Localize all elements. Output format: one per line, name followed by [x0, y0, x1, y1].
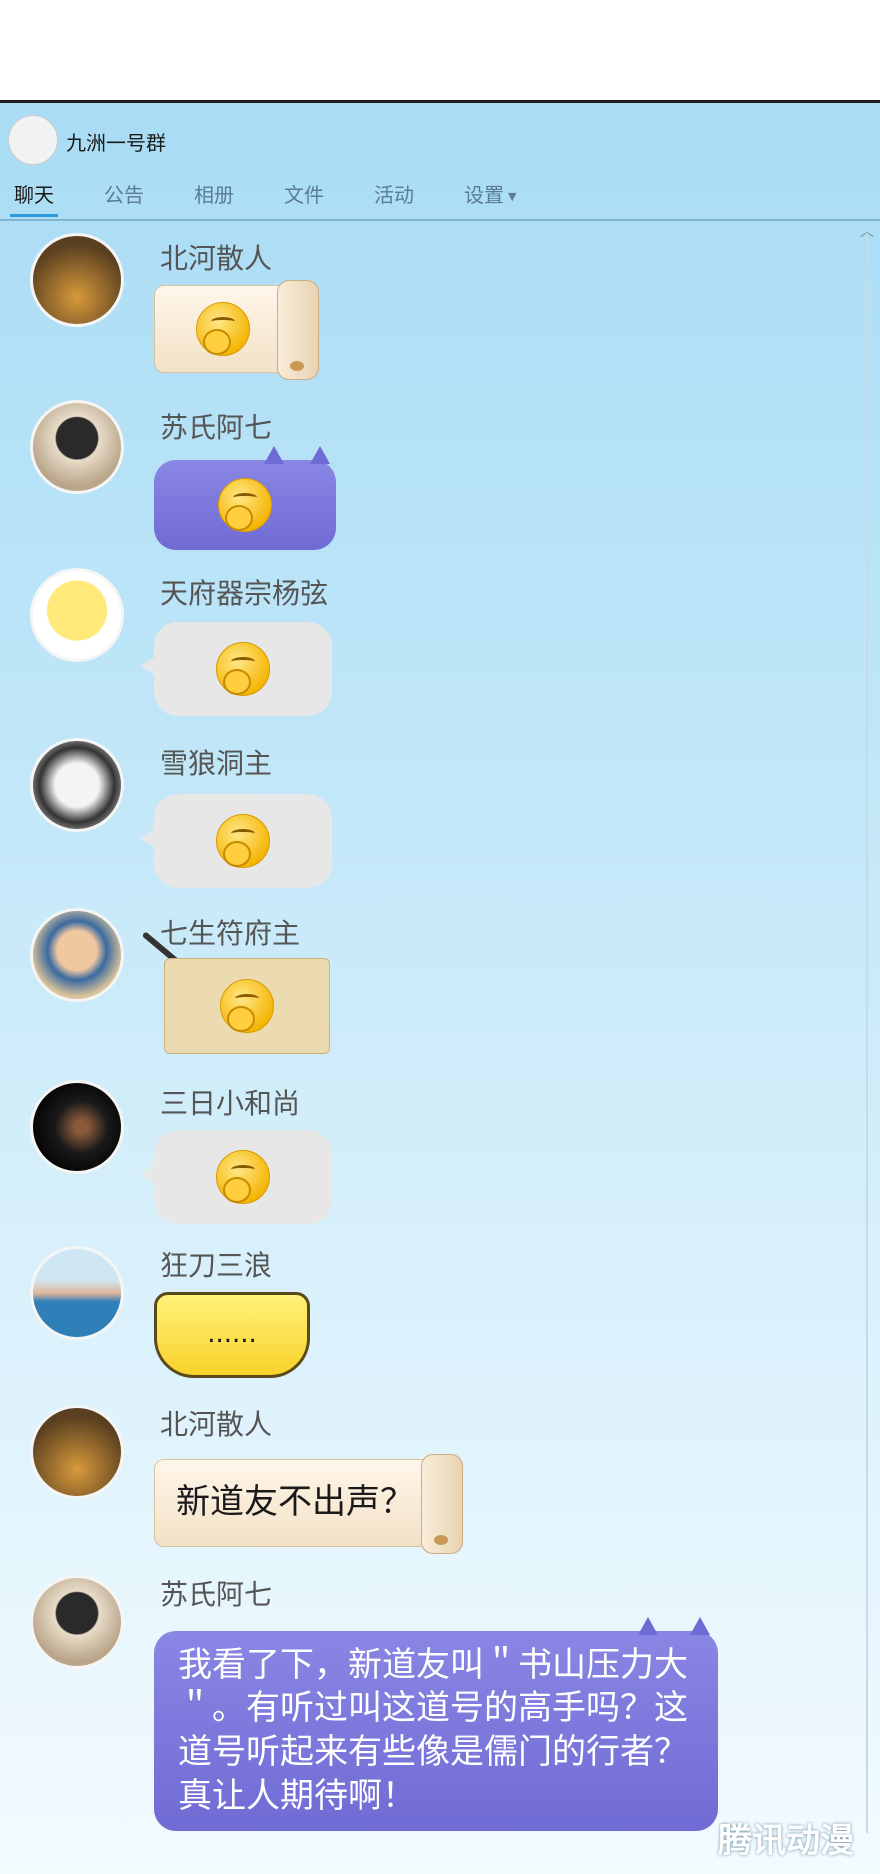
tab-album[interactable]: 相册	[180, 177, 248, 217]
chat-header: 九洲一号群 聊天 公告 相册 文件 活动 设置 ▼	[0, 103, 880, 221]
sender-name: 三日小和尚	[160, 1087, 301, 1120]
message-text: 我看了下，新道友叫＂书山压力大＂。有听过叫这道号的高手吗？这道号听起来有些像是儒…	[178, 1644, 688, 1816]
sender-name: 雪狼洞主	[160, 747, 273, 780]
sender-name: 天府器宗杨弦	[160, 577, 329, 610]
thinking-emoji-icon	[216, 814, 270, 868]
avatar[interactable]	[30, 908, 124, 1002]
thinking-emoji-icon	[196, 302, 250, 356]
watermark-logo: 腾讯动漫	[718, 1821, 854, 1861]
avatar[interactable]	[30, 1246, 124, 1340]
thinking-emoji-icon	[218, 478, 272, 532]
paper-roll-icon	[277, 280, 319, 380]
header-divider	[0, 219, 880, 221]
paper-roll-icon	[421, 1454, 463, 1554]
sender-name: 北河散人	[160, 242, 273, 275]
tab-announcement[interactable]: 公告	[90, 177, 158, 217]
group-avatar[interactable]	[8, 115, 58, 165]
horn-icon	[690, 1617, 710, 1635]
message-item: 北河散人 新道友不出声？	[0, 1393, 880, 1554]
sender-name: 苏氏阿七	[160, 1578, 273, 1611]
chevron-down-icon: ▼	[508, 189, 517, 203]
thinking-emoji-icon	[220, 979, 274, 1033]
avatar[interactable]	[30, 568, 124, 662]
avatar[interactable]	[30, 233, 124, 327]
tab-settings[interactable]: 设置 ▼	[450, 177, 530, 217]
avatar[interactable]	[30, 738, 124, 832]
message-item: 三日小和尚	[0, 1068, 880, 1228]
avatar[interactable]	[30, 1080, 124, 1174]
thinking-emoji-icon	[216, 1150, 270, 1204]
emoji-bubble[interactable]	[154, 446, 336, 550]
thinking-emoji-icon	[216, 642, 270, 696]
chat-window: 九洲一号群 聊天 公告 相册 文件 活动 设置 ▼ ︿ 北河散人 苏氏阿七 天府…	[0, 100, 880, 1874]
message-text: ......	[207, 1319, 257, 1350]
emoji-bubble[interactable]	[140, 794, 332, 888]
avatar[interactable]	[30, 1405, 124, 1499]
tab-settings-label: 设置	[464, 183, 504, 207]
text-bubble[interactable]: ......	[154, 1292, 310, 1378]
sender-name: 北河散人	[160, 1408, 273, 1441]
message-item: 北河散人	[0, 223, 880, 380]
horn-icon	[264, 446, 284, 464]
avatar[interactable]	[30, 400, 124, 494]
horn-icon	[638, 1617, 658, 1635]
message-item: 苏氏阿七	[0, 388, 880, 550]
emoji-bubble[interactable]	[140, 622, 332, 716]
message-item: 狂刀三浪 ......	[0, 1236, 880, 1386]
group-title: 九洲一号群	[66, 131, 166, 155]
horn-icon	[310, 446, 330, 464]
text-bubble[interactable]: 新道友不出声？	[154, 1454, 463, 1554]
text-bubble[interactable]: 我看了下，新道友叫＂书山压力大＂。有听过叫这道号的高手吗？这道号听起来有些像是儒…	[154, 1617, 718, 1831]
message-text: 新道友不出声？	[176, 1482, 414, 1523]
message-item: 七生符府主	[0, 898, 880, 1058]
emoji-bubble[interactable]	[154, 280, 319, 380]
avatar[interactable]	[30, 1575, 124, 1669]
emoji-bubble[interactable]	[164, 958, 330, 1054]
sender-name: 七生符府主	[160, 917, 301, 950]
message-item: 天府器宗杨弦	[0, 558, 880, 718]
tab-activities[interactable]: 活动	[360, 177, 428, 217]
tab-chat[interactable]: 聊天	[0, 177, 68, 217]
sender-name: 苏氏阿七	[160, 411, 273, 444]
sender-name: 狂刀三浪	[160, 1249, 273, 1282]
tab-bar: 聊天 公告 相册 文件 活动 设置 ▼	[0, 177, 552, 217]
tab-files[interactable]: 文件	[270, 177, 338, 217]
emoji-bubble[interactable]	[140, 1130, 332, 1224]
message-item: 雪狼洞主	[0, 728, 880, 888]
